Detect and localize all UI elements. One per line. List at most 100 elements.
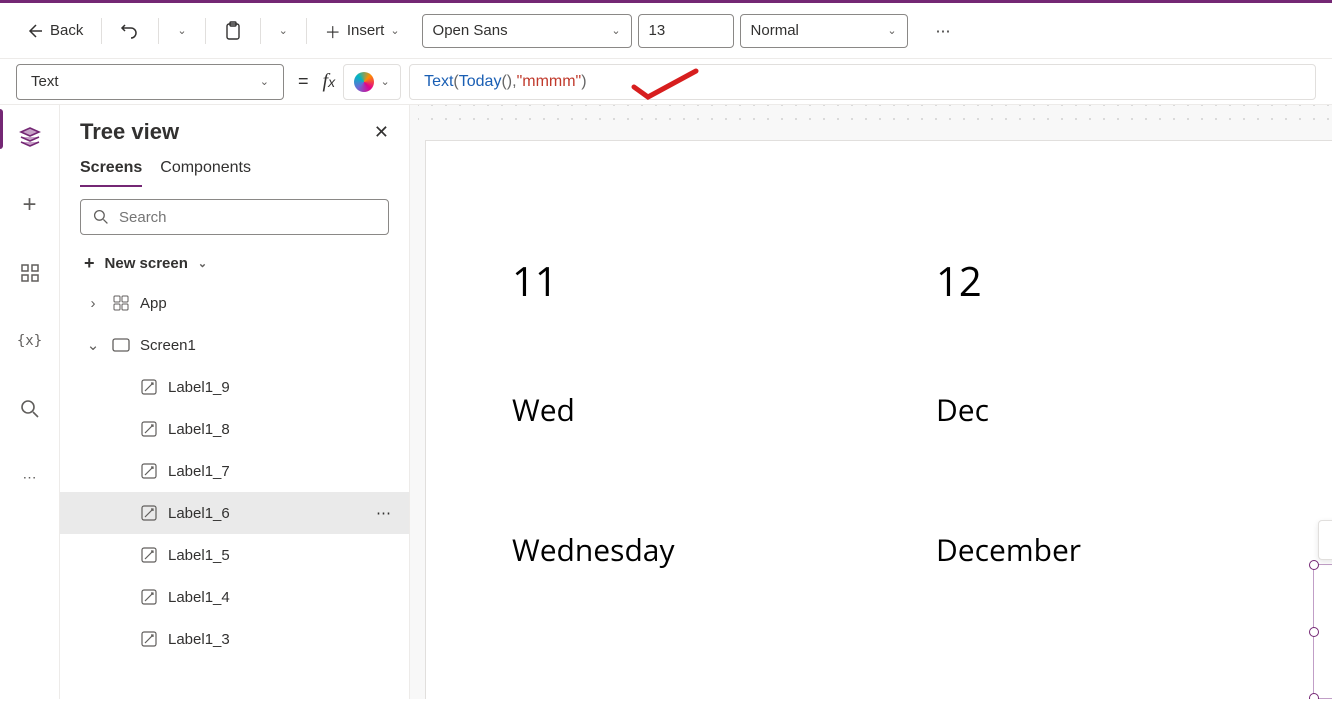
tree-view-panel: Tree view ✕ Screens Components + New scr… <box>60 105 410 699</box>
rail-accent <box>0 109 3 149</box>
formula-row: Text ⌄ = fx ⌄ Text(Today(),"mmmm") <box>0 59 1332 105</box>
undo-dropdown[interactable]: ⌄ <box>169 18 194 43</box>
chevron-down-icon: ⌄ <box>260 75 269 88</box>
top-toolbar: Back ⌄ ⌄ ＋ Insert ⌄ Open Sans ⌄ 13 Norma… <box>0 3 1332 59</box>
label-icon <box>140 547 158 563</box>
tree-label: App <box>140 295 167 312</box>
tree-item-label[interactable]: Label1_7 ⋯ <box>60 450 409 492</box>
label-icon <box>140 379 158 395</box>
separator <box>260 18 261 44</box>
plus-icon: + <box>84 253 95 274</box>
tree-item-label[interactable]: Label1_9 ⋯ <box>60 366 409 408</box>
tab-components[interactable]: Components <box>160 159 251 187</box>
item-more-button[interactable]: ⋯ <box>376 504 391 522</box>
tree-label: Label1_4 <box>168 589 230 606</box>
tree-label: Label1_6 <box>168 505 230 522</box>
tree-item-screen1[interactable]: ⌄ Screen1 <box>60 324 409 366</box>
screen-icon <box>112 338 130 352</box>
canvas-label-wed[interactable]: Wed <box>512 389 575 430</box>
chevron-down-icon: ⌄ <box>380 75 389 88</box>
rail-insert[interactable]: + <box>10 185 50 225</box>
tree-item-label[interactable]: Label1_5 ⋯ <box>60 534 409 576</box>
font-family-value: Open Sans <box>433 22 508 39</box>
chevron-down-icon: ⌄ <box>887 24 896 37</box>
search-field[interactable] <box>119 209 376 226</box>
resize-handle-nw[interactable] <box>1309 560 1319 570</box>
copilot-icon <box>354 72 374 92</box>
chevron-right-icon: › <box>84 295 102 312</box>
label-icon <box>140 589 158 605</box>
rail-variables[interactable]: {x} <box>10 321 50 361</box>
separator <box>306 18 307 44</box>
paste-button[interactable] <box>216 15 250 47</box>
label-icon <box>140 463 158 479</box>
tree-item-label[interactable]: Label1_4 ⋯ <box>60 576 409 618</box>
ruler-dots <box>418 105 1332 129</box>
label-icon <box>140 505 158 521</box>
tree-label: Label1_7 <box>168 463 230 480</box>
formula-bar[interactable]: Text(Today(),"mmmm") <box>409 64 1316 100</box>
canvas-wrapper: 11 12 Wed Dec Wednesday December Copi <box>410 105 1332 699</box>
close-icon[interactable]: ✕ <box>374 122 389 143</box>
rail-tree-view[interactable] <box>10 117 50 157</box>
tree-item-label[interactable]: Label1_3 ⋯ <box>60 618 409 660</box>
resize-handle-sw[interactable] <box>1309 693 1319 699</box>
formula-copilot-button[interactable]: ⌄ <box>343 64 401 100</box>
chevron-down-icon: ⌄ <box>198 257 207 270</box>
rail-search[interactable] <box>10 389 50 429</box>
tree-label: Label1_9 <box>168 379 230 396</box>
tree: › App ⌄ Screen1 Label1_9 ⋯ Label1_8 ⋯ <box>60 282 409 660</box>
chevron-down-icon: ⌄ <box>390 24 399 37</box>
ellipsis-icon: ⋯ <box>23 469 37 486</box>
tree-label: Label1_5 <box>168 547 230 564</box>
property-select[interactable]: Text ⌄ <box>16 64 284 100</box>
tree-label: Label1_3 <box>168 631 230 648</box>
search-icon <box>93 209 109 225</box>
tree-label: Screen1 <box>140 337 196 354</box>
canvas-label-dec[interactable]: Dec <box>936 389 989 430</box>
insert-button[interactable]: ＋ Insert ⌄ <box>317 13 408 49</box>
tree-item-label[interactable]: Label1_8 ⋯ <box>60 408 409 450</box>
canvas-label-12[interactable]: 12 <box>936 253 982 308</box>
font-weight-value: Normal <box>751 22 799 39</box>
chevron-down-icon: ⌄ <box>279 24 288 37</box>
back-label: Back <box>50 22 83 39</box>
chevron-down-icon: ⌄ <box>84 336 102 354</box>
rail-data[interactable] <box>10 253 50 293</box>
back-button[interactable]: Back <box>16 15 91 47</box>
variables-icon: {x} <box>17 333 42 349</box>
separator <box>158 18 159 44</box>
overflow-button[interactable]: ⋯ <box>928 16 959 46</box>
fx-icon[interactable]: fx <box>323 70 336 93</box>
tree-item-label[interactable]: Label1_6 ⋯ <box>60 492 409 534</box>
ellipsis-icon: ⋯ <box>936 22 951 40</box>
font-size-value: 13 <box>649 22 666 39</box>
plus-icon: ＋ <box>325 19 341 43</box>
rail-more[interactable]: ⋯ <box>10 457 50 497</box>
resize-handle-w[interactable] <box>1309 627 1319 637</box>
tree-item-app[interactable]: › App <box>60 282 409 324</box>
new-screen-label: New screen <box>105 255 188 272</box>
canvas-label-11[interactable]: 11 <box>512 253 558 308</box>
new-screen-button[interactable]: + New screen ⌄ <box>60 245 409 282</box>
separator <box>205 18 206 44</box>
canvas-label-december[interactable]: December <box>936 529 1081 570</box>
insert-label: Insert <box>347 22 385 39</box>
font-weight-select[interactable]: Normal ⌄ <box>740 14 908 48</box>
canvas-label-wednesday[interactable]: Wednesday <box>512 529 675 570</box>
annotation-checkmark <box>630 65 700 101</box>
font-family-select[interactable]: Open Sans ⌄ <box>422 14 632 48</box>
panel-tabs: Screens Components <box>60 145 409 187</box>
paste-dropdown[interactable]: ⌄ <box>271 18 296 43</box>
search-input[interactable] <box>80 199 389 235</box>
label-icon <box>140 631 158 647</box>
canvas[interactable]: 11 12 Wed Dec Wednesday December <box>426 141 1332 699</box>
chevron-down-icon: ⌄ <box>611 24 620 37</box>
selection-box[interactable] <box>1313 564 1332 699</box>
tree-label: Label1_8 <box>168 421 230 438</box>
undo-button[interactable] <box>112 15 148 47</box>
label-icon <box>140 421 158 437</box>
tab-screens[interactable]: Screens <box>80 159 142 187</box>
font-size-input[interactable]: 13 <box>638 14 734 48</box>
equals-sign: = <box>298 71 309 92</box>
